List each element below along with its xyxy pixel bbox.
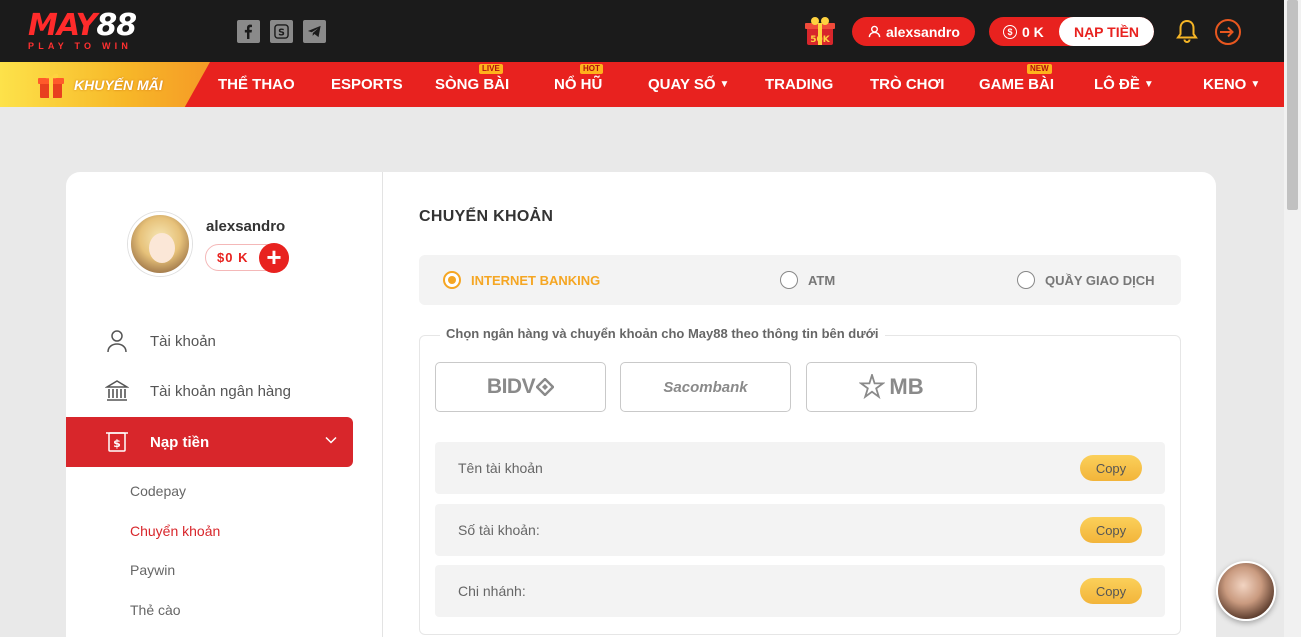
nav-promo-label: KHUYẾN MÃI — [74, 76, 163, 93]
field-label: Chi nhánh: — [458, 583, 526, 599]
radio-unselected — [780, 271, 798, 289]
nav-item-tro-choi[interactable]: TRÒ CHƠI — [870, 62, 944, 107]
page-title: CHUYỂN KHOẢN — [419, 208, 554, 225]
bell-icon[interactable] — [1175, 18, 1199, 44]
nav-item-esports[interactable]: ESPORTS — [331, 62, 403, 107]
live-chat-avatar[interactable] — [1216, 561, 1276, 621]
logout-icon[interactable] — [1214, 18, 1242, 46]
user-pill-button[interactable]: alexsandro — [852, 17, 975, 46]
transfer-panel: CHUYỂN KHOẢN INTERNET BANKING ATM QUẦY G… — [384, 172, 1216, 637]
chevron-down-icon: ▼ — [1250, 79, 1261, 90]
copy-button[interactable]: Copy — [1080, 517, 1142, 543]
nav-item-game-bai[interactable]: GAME BÀI NEW — [979, 62, 1054, 107]
field-account-number: Số tài khoản: Copy — [435, 504, 1165, 556]
coin-icon: $ — [1003, 24, 1017, 39]
add-funds-button[interactable]: + — [259, 243, 289, 273]
nav-promo[interactable]: KHUYẾN MÃI — [0, 62, 210, 107]
sidebar-item-tai-khoan-ngan-hang[interactable]: Tài khoản ngân hàng — [66, 366, 353, 416]
gift-icon — [38, 73, 64, 98]
may88-logo[interactable]: MAY88 PLAY TO WIN — [28, 11, 173, 52]
nav-item-quay-so[interactable]: QUAY SỐ ▼ — [648, 62, 729, 107]
field-branch: Chi nhánh: Copy — [435, 565, 1165, 617]
main-nav: KHUYẾN MÃI THỂ THAO ESPORTS SÒNG BÀI LIV… — [0, 62, 1284, 107]
submenu-paywin[interactable]: Paywin — [130, 562, 175, 578]
svg-text:$: $ — [113, 437, 121, 450]
bank-bidv[interactable]: BIDV — [435, 362, 606, 412]
nav-item-trading[interactable]: TRADING — [765, 62, 833, 107]
nav-item-no-hu[interactable]: NỔ HŨ HOT — [554, 62, 603, 107]
nav-item-the-thao[interactable]: THỂ THAO — [218, 62, 295, 107]
sidebar-item-tai-khoan[interactable]: Tài khoản — [66, 316, 353, 366]
copy-button[interactable]: Copy — [1080, 578, 1142, 604]
field-label: Số tài khoản: — [458, 522, 540, 538]
submenu-codepay[interactable]: Codepay — [130, 483, 186, 499]
copy-button[interactable]: Copy — [1080, 455, 1142, 481]
facebook-icon[interactable] — [237, 20, 260, 43]
user-icon — [868, 25, 881, 38]
skype-icon[interactable]: S — [270, 20, 293, 43]
bidv-logo-icon — [536, 378, 555, 396]
field-label: Tên tài khoản — [458, 460, 543, 476]
svg-text:S: S — [278, 27, 285, 38]
nav-item-keno[interactable]: KENO ▼ — [1203, 62, 1260, 107]
avatar[interactable] — [128, 212, 192, 276]
radio-selected — [443, 271, 461, 289]
deposit-button[interactable]: NẠP TIỀN — [1059, 17, 1154, 46]
gift-50k-icon[interactable]: 50K — [804, 15, 836, 47]
chevron-down-icon — [325, 436, 337, 444]
method-internet-banking[interactable]: INTERNET BANKING — [443, 255, 600, 305]
hot-badge: HOT — [580, 64, 603, 74]
deposit-icon: $ — [106, 432, 128, 452]
telegram-icon[interactable] — [303, 20, 326, 43]
radio-unselected — [1017, 271, 1035, 289]
field-account-name: Tên tài khoản Copy — [435, 442, 1165, 494]
bank-selection-box: Chọn ngân hàng và chuyển khoản cho May88… — [419, 326, 1181, 635]
user-icon — [107, 330, 127, 353]
gift-badge-text: 50K — [810, 35, 831, 45]
nav-item-song-bai[interactable]: SÒNG BÀI LIVE — [435, 62, 509, 107]
bank-mb[interactable]: MB — [806, 362, 977, 412]
sidebar-username: alexsandro — [206, 218, 286, 235]
chevron-down-icon: ▼ — [1143, 79, 1154, 90]
balance-value: 0 K — [1022, 23, 1044, 40]
mb-star-icon — [859, 374, 886, 400]
scrollbar-thumb[interactable] — [1287, 0, 1298, 210]
bank-instruction: Chọn ngân hàng và chuyển khoản cho May88… — [440, 326, 885, 341]
new-badge: NEW — [1027, 64, 1052, 74]
sidebar-item-nap-tien[interactable]: $ Nạp tiền — [66, 417, 353, 467]
chevron-down-icon: ▼ — [719, 79, 730, 90]
method-quay-giao-dich[interactable]: QUẦY GIAO DỊCH — [1017, 255, 1155, 305]
balance-group: $ 0 K NẠP TIỀN — [989, 17, 1154, 46]
submenu-the-cao[interactable]: Thẻ cào — [130, 602, 181, 618]
balance-display: $ 0 K — [989, 24, 1059, 40]
live-badge: LIVE — [479, 64, 503, 74]
submenu-chuyen-khoan[interactable]: Chuyển khoản — [130, 523, 220, 539]
account-sidebar: alexsandro $0 K + Tài khoản Tài khoản ng… — [66, 172, 383, 637]
logo-tagline: PLAY TO WIN — [28, 41, 133, 51]
header-username: alexsandro — [886, 23, 960, 40]
top-header: MAY88 PLAY TO WIN S 50K alexsandro $ 0 K… — [0, 0, 1284, 62]
bank-icon — [105, 380, 129, 401]
method-atm[interactable]: ATM — [780, 255, 835, 305]
bank-sacombank[interactable]: Sacombank — [620, 362, 791, 412]
account-card: alexsandro $0 K + Tài khoản Tài khoản ng… — [66, 172, 1216, 637]
nav-item-lo-de[interactable]: LÔ ĐỀ ▼ — [1094, 62, 1154, 107]
payment-method-group: INTERNET BANKING ATM QUẦY GIAO DỊCH — [419, 255, 1181, 305]
